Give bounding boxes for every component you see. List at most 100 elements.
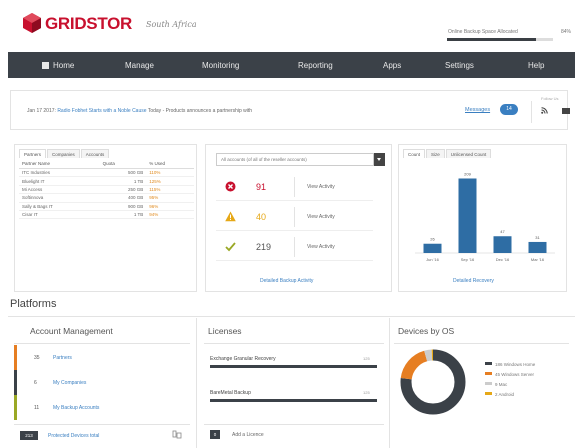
legend-label: Mac — [498, 382, 508, 387]
partners-link[interactable]: Partners — [53, 355, 72, 361]
activity-divider — [294, 177, 295, 197]
check-icon — [225, 242, 236, 252]
nav-settings[interactable]: Settings — [445, 61, 474, 70]
recovery-bar-chart: 26 Jun '16 209 Sep '16 47 Dec '16 31 Mar '16 — [415, 171, 555, 262]
account-count: 35 — [34, 355, 40, 361]
chart-bar[interactable] — [528, 241, 547, 253]
legend-swatch — [485, 372, 492, 375]
legend-count: 9 — [495, 382, 498, 387]
partner-name[interactable]: Bluelight IT — [19, 176, 100, 186]
bar-value-label: 31 — [535, 235, 540, 240]
legend-swatch — [485, 362, 492, 365]
devices-icon[interactable] — [172, 430, 182, 440]
account-row-companies: 6 My Companies — [14, 370, 190, 395]
tab-companies[interactable]: Companies — [47, 149, 80, 158]
account-color-bar — [14, 345, 17, 370]
view-activity-link[interactable]: View Activity — [307, 184, 335, 190]
partner-name[interactable]: Sally & Bags IT — [19, 202, 100, 211]
partners-panel: Partners Companies Accounts Partner Name… — [14, 144, 197, 292]
success-count: 219 — [256, 242, 272, 252]
x-tick-label: Mar '16 — [531, 257, 545, 262]
detailed-backup-activity-link[interactable]: Detailed Backup Activity — [260, 278, 313, 284]
chart-tabs: Count Size Unlicensed Count — [403, 149, 492, 158]
partner-used: 110% — [146, 168, 194, 178]
legend-label: Windows Home — [503, 362, 536, 367]
error-count: 91 — [256, 182, 267, 192]
chart-bar[interactable] — [493, 236, 512, 253]
detailed-recovery-link[interactable]: Detailed Recovery — [453, 278, 494, 284]
partner-used: 115% — [146, 185, 194, 195]
nav-monitoring[interactable]: Monitoring — [202, 61, 239, 70]
partner-quota: 1 TB — [99, 210, 147, 220]
tab-partners[interactable]: Partners — [19, 149, 47, 158]
column-header[interactable]: % Used — [146, 159, 194, 169]
partners-table: Partner Name Quota % Used ITC Industries… — [19, 159, 194, 220]
messages-count-badge[interactable]: 14 — [500, 104, 518, 115]
partner-name[interactable]: Softinnova — [19, 193, 100, 203]
vertical-divider — [196, 318, 197, 448]
devices-donut-chart — [400, 349, 466, 415]
activity-row-warnings: 40 View Activity — [216, 203, 373, 231]
nav-help[interactable]: Help — [528, 61, 544, 70]
table-row[interactable]: Cisar IT 1 TB 94% — [19, 210, 194, 220]
table-row[interactable]: Mi Access 250 GB 115% — [19, 185, 194, 195]
mail-icon[interactable] — [562, 108, 570, 114]
follow-label: Follow Us — [541, 96, 559, 101]
tab-count[interactable]: Count — [403, 149, 426, 158]
news-headline-link[interactable]: Radio Fobhet Starts with a Noble Cause — [57, 108, 146, 114]
license-count: 125 — [363, 390, 370, 395]
chart-bar[interactable] — [423, 243, 442, 253]
column-header[interactable]: Quota — [99, 159, 147, 169]
tab-size[interactable]: Size — [426, 149, 445, 158]
storage-label: Online Backup Space Allocated — [448, 29, 518, 35]
nav-reporting[interactable]: Reporting — [298, 61, 333, 70]
account-filter-select[interactable]: All accounts (of all of the reseller acc… — [216, 153, 374, 166]
news-bar: Jan 17 2017: Radio Fobhet Starts with a … — [10, 90, 570, 130]
my-backup-accounts-link[interactable]: My Backup Accounts — [53, 405, 99, 411]
nav-home-label: Home — [53, 61, 75, 70]
news-divider — [531, 101, 532, 123]
view-activity-link[interactable]: View Activity — [307, 214, 335, 220]
legend-count: 45 — [495, 372, 501, 377]
partner-name[interactable]: Mi Access — [19, 185, 100, 195]
messages-link[interactable]: Messages — [465, 107, 490, 113]
legend-item: 45 Windows Server — [485, 372, 534, 377]
table-row[interactable]: Bluelight IT 1 TB 125% — [19, 176, 194, 186]
legend-item: 186 Windows Home — [485, 362, 535, 367]
protected-devices-link[interactable]: Protected Devices total — [48, 433, 99, 439]
platforms-title: Platforms — [10, 298, 57, 310]
account-row-partners: 35 Partners — [14, 345, 190, 370]
view-activity-link[interactable]: View Activity — [307, 244, 335, 250]
table-row[interactable]: Sally & Bags IT 900 GB 96% — [19, 202, 194, 211]
chart-bar[interactable] — [458, 178, 477, 253]
storage-progress-fill — [447, 38, 537, 41]
legend-label: Windows Server — [501, 372, 535, 377]
section-divider — [204, 343, 384, 344]
logo-text: GRIDSTOR — [45, 14, 133, 33]
table-row[interactable]: Softinnova 400 GB 95% — [19, 193, 194, 203]
my-companies-link[interactable]: My Companies — [53, 380, 86, 386]
column-header[interactable]: Partner Name — [19, 159, 100, 169]
logo-tagline: South Africa — [146, 20, 197, 29]
nav-manage[interactable]: Manage — [125, 61, 154, 70]
nav-home[interactable]: Home — [42, 61, 74, 70]
header: GRIDSTOR South Africa Online Backup Spac… — [0, 0, 579, 48]
rss-icon[interactable] — [541, 107, 548, 114]
table-row[interactable]: ITC Industries 500 GB 110% — [19, 168, 194, 178]
partner-quota: 250 GB — [99, 185, 147, 195]
bar-value-label: 47 — [500, 229, 505, 234]
section-divider — [14, 343, 190, 344]
nav-apps[interactable]: Apps — [383, 61, 401, 70]
license-name[interactable]: Exchange Granular Recovery — [210, 356, 276, 362]
license-name[interactable]: BareMetal Backup — [210, 390, 251, 396]
tab-accounts[interactable]: Accounts — [80, 149, 110, 158]
partner-name[interactable]: ITC Industries — [19, 168, 100, 178]
partner-name[interactable]: Cisar IT — [19, 210, 100, 220]
section-divider — [394, 343, 569, 344]
tab-unlicensed-count[interactable]: Unlicensed Count — [445, 149, 492, 158]
add-licence-link[interactable]: Add a Licence — [232, 432, 264, 438]
home-icon — [42, 62, 49, 69]
chevron-down-icon[interactable] — [374, 153, 385, 166]
warning-icon — [225, 211, 236, 222]
recovery-chart-panel: Count Size Unlicensed Count 26 Jun '16 209… — [398, 144, 567, 292]
